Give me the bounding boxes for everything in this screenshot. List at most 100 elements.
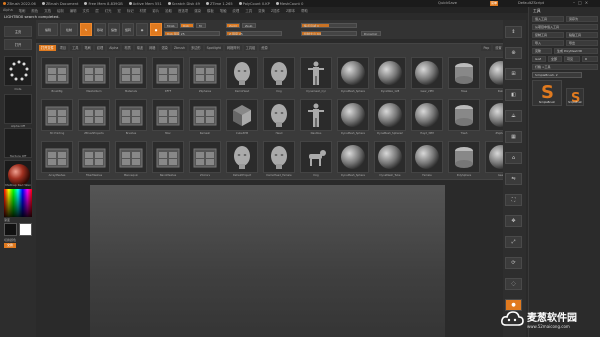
- lightbox-item[interactable]: Hose: [446, 56, 482, 96]
- lightbox-tools-button[interactable]: 灯箱 >工具: [532, 64, 598, 70]
- lightbox-item[interactable]: Trash: [446, 98, 482, 138]
- m-toggle[interactable]: M: [196, 23, 206, 28]
- tool-thumbnail-small[interactable]: S SimpleBrush: [566, 88, 584, 106]
- view-tool-button[interactable]: ⛶: [505, 194, 522, 206]
- paste-tool-button[interactable]: 粘贴工具: [566, 32, 598, 38]
- menu-item[interactable]: 材质: [140, 8, 147, 13]
- load-from-project-button[interactable]: 从项目中载入工具: [532, 24, 598, 30]
- draw-mode-icon[interactable]: ✎: [80, 23, 92, 36]
- goz-button[interactable]: GoZ: [532, 56, 546, 62]
- lightbox-item[interactable]: DemoHead_Female: [261, 140, 297, 180]
- menu-toggle-button[interactable]: 菜单: [490, 1, 498, 6]
- menu-item[interactable]: 纹理: [233, 8, 240, 13]
- lightbox-item[interactable]: Materials: [113, 56, 149, 96]
- close-icon[interactable]: ×: [585, 0, 588, 5]
- lightbox-item[interactable]: ArrayMeshes: [39, 140, 75, 180]
- lightbox-tab[interactable]: 打开文件: [39, 45, 56, 51]
- lightbox-tab[interactable]: 纹理: [94, 45, 106, 51]
- alpha-selector[interactable]: [4, 94, 32, 124]
- menu-item[interactable]: 拾取: [165, 8, 172, 13]
- menu-item[interactable]: 笔刷: [19, 8, 26, 13]
- menu-item[interactable]: 渲染: [194, 8, 201, 13]
- draw-button[interactable]: 绘制: [60, 23, 78, 36]
- tool-thumbnail[interactable]: S SimpleBrush: [532, 80, 562, 106]
- lightbox-item[interactable]: Cube3PM: [224, 98, 260, 138]
- lightbox-item[interactable]: DemoHead: [224, 56, 260, 96]
- focal-shift-slider[interactable]: 焦点衰减 0: [301, 23, 357, 28]
- lightbox-item[interactable]: DefaultProject: [224, 140, 260, 180]
- snapshot-icon[interactable]: ◉: [136, 23, 148, 36]
- zsub-toggle[interactable]: Zsub: [242, 23, 256, 28]
- menu-item[interactable]: 绘制: [57, 8, 64, 13]
- lightbox-tab[interactable]: 多边形: [189, 45, 203, 51]
- menu-item[interactable]: 标记: [127, 8, 134, 13]
- color-picker[interactable]: [4, 189, 32, 217]
- mrgb-toggle[interactable]: Mrgb: [164, 23, 178, 28]
- lightbox-item[interactable]: Dog: [261, 56, 297, 96]
- lightbox-tab[interactable]: 渲染: [159, 45, 170, 51]
- menu-item[interactable]: 帮助: [301, 8, 308, 13]
- copy-tool-button[interactable]: 复制工具: [532, 32, 564, 38]
- lightbox-tab[interactable]: 资源: [259, 45, 270, 51]
- default-zscript-button[interactable]: DefaultZScript: [518, 1, 544, 5]
- lightbox-item[interactable]: ZSpheres: [187, 56, 223, 96]
- lightbox-item[interactable]: PolySphere: [446, 140, 482, 180]
- lightbox-action-button[interactable]: Pop: [481, 45, 492, 51]
- lightbox-item[interactable]: 3D Printing: [39, 98, 75, 138]
- lightbox-item[interactable]: DynaWax_128: [372, 56, 408, 96]
- zadd-toggle[interactable]: Zadd: [226, 23, 240, 28]
- rgb-toggle[interactable]: Rgb: [180, 23, 194, 28]
- lightbox-tab[interactable]: 工具组: [243, 45, 258, 51]
- document-canvas[interactable]: [90, 185, 445, 337]
- dynamic-toggle[interactable]: Dynamic: [361, 31, 381, 36]
- menu-item[interactable]: 层: [95, 8, 98, 13]
- view-tool-button[interactable]: ⊞: [505, 68, 522, 80]
- view-tool-button[interactable]: ⌂: [505, 152, 522, 164]
- lightbox-item[interactable]: Brushes: [113, 98, 149, 138]
- lightbox-tab[interactable]: Zbrush: [171, 45, 188, 51]
- lightbox-tab[interactable]: 噪波: [134, 45, 146, 51]
- clone-button[interactable]: 克隆: [532, 48, 552, 54]
- menu-item[interactable]: Z脚本: [286, 8, 295, 13]
- menu-item[interactable]: 宏: [118, 8, 121, 13]
- lightbox-item[interactable]: DynaMesh_Sphere2: [372, 98, 408, 138]
- lightbox-tab[interactable]: Spotlight: [204, 45, 223, 51]
- scale-button[interactable]: 缩放: [108, 23, 120, 36]
- make-polymesh-button[interactable]: 生成 PolyMesh3D: [554, 48, 598, 54]
- goz-all-button[interactable]: 全部: [548, 56, 562, 62]
- edit-button[interactable]: 编辑: [38, 23, 58, 36]
- minimize-icon[interactable]: –: [573, 0, 575, 5]
- lightbox-tab[interactable]: 笔刷: [82, 45, 93, 51]
- lightbox-item[interactable]: MeshAlbum: [76, 56, 112, 96]
- open-button[interactable]: 打开: [4, 39, 32, 50]
- rgb-intensity-slider[interactable]: Rgb 强度 25: [164, 31, 220, 36]
- lightbox-item[interactable]: Female: [409, 140, 445, 180]
- lightbox-item[interactable]: DynaMesh_Sphere: [335, 56, 371, 96]
- view-tool-button[interactable]: ⇋: [505, 173, 522, 185]
- lightbox-tab[interactable]: 网格: [147, 45, 158, 51]
- home-button[interactable]: 主页: [4, 26, 32, 37]
- lightbox-tab[interactable]: 工具: [70, 45, 81, 51]
- current-tool-slider[interactable]: SimpleBrush. 2: [532, 72, 582, 78]
- lightbox-item[interactable]: Head: [261, 98, 297, 138]
- lightbox-item[interactable]: ZBrushProjects: [76, 98, 112, 138]
- view-tool-button[interactable]: ✥: [505, 215, 522, 227]
- menu-item[interactable]: Alpha: [3, 8, 13, 12]
- view-tool-button[interactable]: ◧: [505, 89, 522, 101]
- import-button[interactable]: 导入: [532, 40, 564, 46]
- lightbox-item[interactable]: Misc: [150, 98, 186, 138]
- menu-item[interactable]: 模板: [207, 8, 214, 13]
- menu-item[interactable]: 笔触: [220, 8, 227, 13]
- goz-visible-button[interactable]: 可见: [564, 56, 580, 62]
- rotate-button[interactable]: 旋转: [122, 23, 134, 36]
- lightbox-item[interactable]: Hayd_3PM: [409, 98, 445, 138]
- view-tool-button[interactable]: ⟳: [505, 257, 522, 269]
- menu-item[interactable]: Z插件: [271, 8, 280, 13]
- menu-item[interactable]: 影片: [152, 8, 159, 13]
- goz-r-button[interactable]: R: [582, 56, 598, 62]
- save-as-button[interactable]: 另存为: [566, 16, 598, 22]
- menu-item[interactable]: 编辑: [70, 8, 77, 13]
- menu-item[interactable]: 工具: [245, 8, 252, 13]
- view-tool-button[interactable]: ⟁: [505, 110, 522, 122]
- lightbox-item[interactable]: FiberMeshes: [76, 140, 112, 180]
